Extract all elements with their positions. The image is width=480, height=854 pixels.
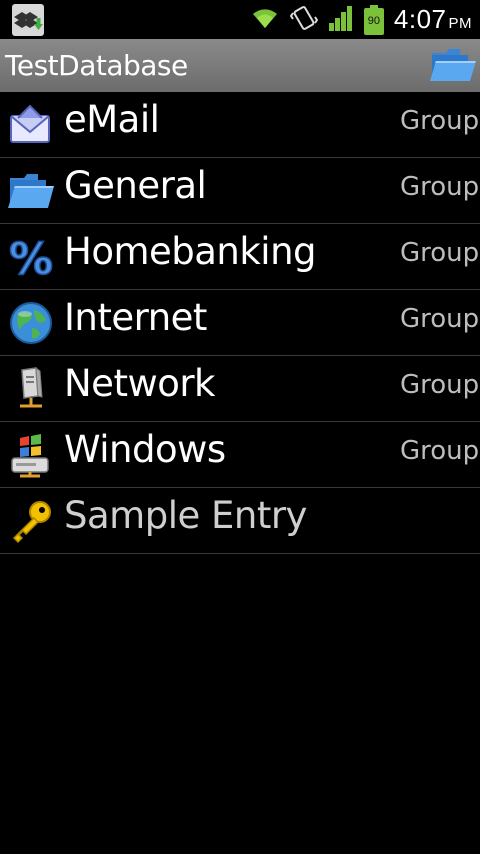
list-item-label: Homebanking <box>64 230 317 273</box>
list-item-label: General <box>64 164 207 207</box>
folder-open-icon <box>8 168 54 214</box>
title-bar: TestDatabase <box>0 39 480 92</box>
clock-time: 4:07 <box>393 4 447 34</box>
server-network-icon <box>8 366 54 412</box>
entry-list: eMail Group General Group % Homebanking … <box>0 92 480 554</box>
list-item-label: Internet <box>64 296 207 339</box>
list-item-type: Group <box>400 106 480 136</box>
vibrate-icon <box>289 5 319 35</box>
list-item-label: Windows <box>64 428 226 471</box>
list-item-type: Group <box>400 172 480 202</box>
list-item-label: Network <box>64 362 216 405</box>
list-item-label: Sample Entry <box>64 494 307 537</box>
email-envelope-icon <box>8 102 54 148</box>
signal-icon <box>328 5 354 35</box>
list-item-general[interactable]: General Group <box>0 158 480 224</box>
windows-drive-icon <box>8 432 54 478</box>
list-item-type: Group <box>400 304 480 334</box>
list-item-type: Group <box>400 370 480 400</box>
dropbox-icon <box>12 4 44 36</box>
list-item-label: eMail <box>64 98 160 141</box>
clock: 4:07 PM <box>394 4 472 35</box>
list-item-internet[interactable]: Internet Group <box>0 290 480 356</box>
list-item-homebanking[interactable]: % Homebanking Group <box>0 224 480 290</box>
list-item-type: Group <box>400 436 480 466</box>
svg-text:%: % <box>9 234 53 280</box>
battery-icon: 90 <box>363 4 384 35</box>
folder-open-icon[interactable] <box>430 45 476 85</box>
list-item-type: Group <box>400 238 480 268</box>
list-item-network[interactable]: Network Group <box>0 356 480 422</box>
battery-level: 90 <box>363 7 384 35</box>
page-title: TestDatabase <box>5 49 188 82</box>
list-item-sample-entry[interactable]: Sample Entry <box>0 488 480 554</box>
list-item-windows[interactable]: Windows Group <box>0 422 480 488</box>
status-bar: 90 4:07 PM <box>0 0 480 39</box>
list-item-email[interactable]: eMail Group <box>0 92 480 158</box>
wifi-icon <box>250 6 280 34</box>
clock-ampm: PM <box>448 15 472 32</box>
percent-icon: % <box>8 233 54 286</box>
globe-icon <box>8 300 54 346</box>
key-icon <box>8 498 54 544</box>
